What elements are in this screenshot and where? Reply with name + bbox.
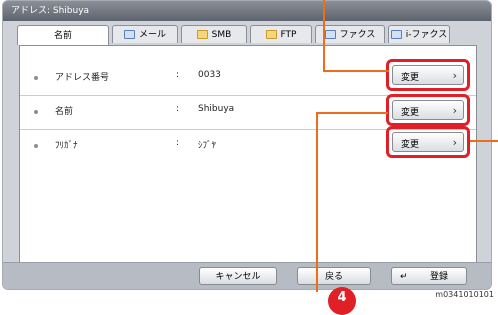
callout-line bbox=[323, 70, 389, 72]
chevron-right-icon: › bbox=[452, 136, 457, 149]
row-value: Shibuya bbox=[198, 104, 235, 114]
register-label: 登録 bbox=[430, 272, 449, 282]
register-button[interactable]: ↵ 登録 bbox=[391, 267, 467, 285]
callout-line bbox=[316, 112, 388, 114]
button-label: 変更 bbox=[401, 73, 420, 83]
enter-icon: ↵ bbox=[400, 272, 408, 282]
tab-bar: 名前 メール SMB FTP ファクス i-ファクス bbox=[17, 25, 453, 45]
cancel-button[interactable]: キャンセル bbox=[199, 267, 277, 285]
row-value: 0033 bbox=[198, 70, 221, 80]
row-colon: : bbox=[176, 104, 180, 114]
chevron-right-icon: › bbox=[452, 104, 457, 117]
button-label: 変更 bbox=[401, 140, 420, 150]
row-colon: : bbox=[176, 70, 180, 80]
row-colon: : bbox=[176, 138, 180, 148]
tab-name-label: 名前 bbox=[53, 30, 72, 41]
change-address-number-highlight: 変更 › bbox=[386, 59, 470, 91]
back-button[interactable]: 戻る bbox=[297, 267, 371, 285]
figure-id: m0341010101 bbox=[435, 290, 494, 299]
callout-line bbox=[316, 112, 318, 292]
tab-name[interactable]: 名前 bbox=[17, 25, 109, 45]
tab-ftp-label: FTP bbox=[280, 29, 297, 40]
tab-smb-label: SMB bbox=[211, 29, 232, 40]
bottom-toolbar: キャンセル 戻る ↵ 登録 bbox=[3, 262, 491, 289]
tab-ifax[interactable]: i-ファクス bbox=[388, 25, 450, 43]
chevron-right-icon: › bbox=[452, 69, 457, 82]
row-value: ｼﾌﾞﾔ bbox=[198, 141, 217, 151]
bullet-icon bbox=[34, 110, 38, 114]
bullet-icon bbox=[34, 144, 38, 148]
tab-mail-label: メール bbox=[138, 29, 166, 40]
button-label: 変更 bbox=[401, 108, 420, 118]
change-name-button[interactable]: 変更 › bbox=[392, 100, 464, 120]
folder-icon bbox=[196, 30, 208, 39]
tab-smb[interactable]: SMB bbox=[181, 25, 247, 43]
tab-ifax-label: i-ファクス bbox=[405, 29, 448, 40]
step-number-badge: 4 bbox=[328, 287, 356, 315]
row-label: アドレス番号 bbox=[55, 73, 110, 83]
fax-icon bbox=[324, 30, 336, 39]
ifax-icon bbox=[390, 30, 402, 39]
tab-ftp[interactable]: FTP bbox=[250, 25, 312, 43]
folder-icon bbox=[265, 30, 277, 39]
mail-icon bbox=[123, 30, 135, 39]
row-label: ﾌﾘｶﾞﾅ bbox=[55, 141, 78, 151]
bullet-icon bbox=[34, 76, 38, 80]
window-title: アドレス: Shibuya bbox=[3, 1, 491, 21]
callout-line bbox=[470, 140, 498, 142]
callout-line bbox=[323, 0, 325, 72]
address-dialog: アドレス: Shibuya 名前 メール SMB FTP ファクス i-ファクス bbox=[2, 0, 492, 290]
change-name-highlight: 変更 › bbox=[386, 94, 470, 126]
tab-fax-label: ファクス bbox=[339, 29, 376, 40]
row-label: 名前 bbox=[55, 107, 74, 117]
change-furigana-highlight: 変更 › bbox=[386, 126, 470, 158]
tab-mail[interactable]: メール bbox=[112, 25, 178, 43]
change-address-number-button[interactable]: 変更 › bbox=[392, 65, 464, 85]
change-furigana-button[interactable]: 変更 › bbox=[392, 132, 464, 152]
tab-fax[interactable]: ファクス bbox=[315, 25, 385, 43]
